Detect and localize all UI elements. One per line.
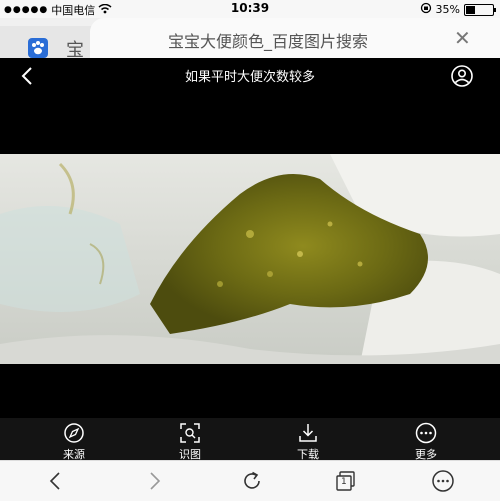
image-toolbar: 来源 识图 下载 更多	[0, 418, 500, 462]
download-icon	[299, 424, 317, 442]
battery-icon	[464, 3, 496, 16]
more-button[interactable]: 更多	[396, 422, 456, 462]
diaper-photo[interactable]	[0, 154, 500, 364]
source-button[interactable]: 来源	[44, 422, 104, 462]
tab-count: 1	[341, 477, 347, 487]
tabs-button[interactable]: 1	[334, 469, 358, 493]
menu-icon[interactable]	[430, 469, 454, 493]
status-right: 35%	[420, 2, 496, 17]
lock-rotation-icon	[420, 2, 432, 17]
close-tab-icon[interactable]: ✕	[454, 26, 471, 50]
image-caption: 如果平时大便次数较多	[184, 70, 315, 85]
scan-icon	[180, 423, 200, 443]
identify-button[interactable]: 识图	[160, 422, 220, 462]
more-icon	[415, 422, 437, 444]
image-viewer: 如果平时大便次数较多 来源 识图 下载 更多	[0, 58, 500, 462]
refresh-icon[interactable]	[240, 469, 264, 493]
battery-percent: 35%	[435, 3, 460, 16]
status-bar: ●●●●● 中国电信 10:39 35%	[0, 0, 500, 18]
user-icon[interactable]	[450, 64, 474, 88]
baidu-paw-icon	[28, 38, 48, 58]
back-icon[interactable]	[44, 469, 68, 493]
forward-icon[interactable]	[142, 469, 166, 493]
battery-level	[466, 5, 476, 14]
download-button[interactable]: 下载	[278, 422, 338, 462]
browser-bottom-bar: 1	[0, 460, 500, 501]
active-tab-title: 宝宝大便颜色_百度图片搜索	[168, 32, 369, 51]
compass-icon	[64, 423, 84, 443]
battery-nub	[494, 7, 496, 12]
browser-tab-bar: 宝 宝宝大便颜色_百度图片搜索 ✕	[0, 18, 500, 61]
